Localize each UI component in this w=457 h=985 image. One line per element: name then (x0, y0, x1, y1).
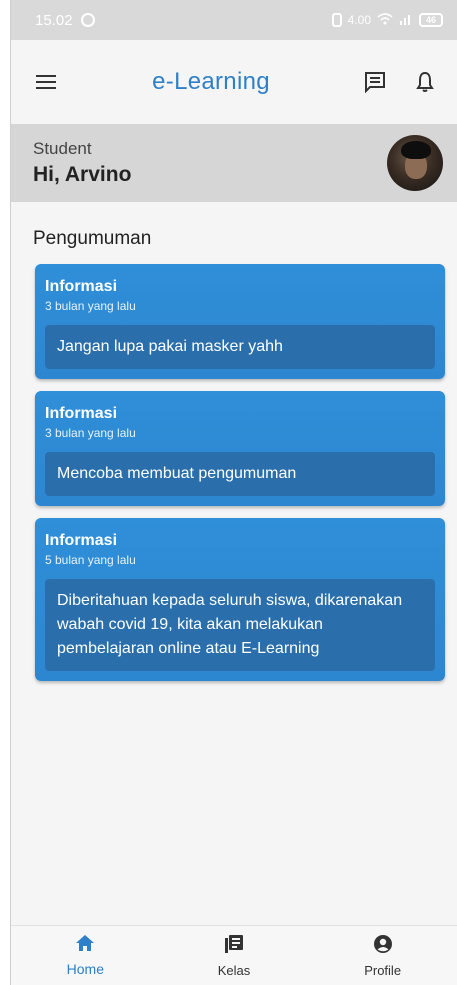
nav-kelas[interactable]: Kelas (174, 934, 294, 978)
net-speed: 4.00 (347, 13, 371, 27)
battery-level: 46 (425, 15, 436, 25)
user-greeting: Hi, Arvino (33, 163, 132, 186)
announcements-section: Pengumuman Informasi 3 bulan yang lalu J… (11, 202, 457, 681)
announcement-time: 5 bulan yang lalu (45, 553, 136, 567)
whatsapp-icon (80, 13, 95, 27)
announcement-card[interactable]: Informasi 3 bulan yang lalu Mencoba memb… (35, 391, 445, 506)
nav-home[interactable]: Home (25, 934, 145, 977)
profile-header: Student Hi, Arvino (11, 124, 457, 202)
announcement-body: Mencoba membuat pengumuman (45, 452, 435, 496)
announcement-body: Jangan lupa pakai masker yahh (45, 325, 435, 369)
nav-label-home: Home (66, 961, 104, 977)
avatar[interactable] (387, 135, 443, 191)
announcement-body: Diberitahuan kepada seluruh siswa, dikar… (45, 579, 435, 671)
announcement-time: 3 bulan yang lalu (45, 299, 136, 313)
menu-icon[interactable] (31, 66, 63, 98)
announcement-title: Informasi (45, 532, 118, 549)
bottom-navigation: Home Kelas Profile (11, 925, 457, 985)
vibrate-icon (331, 13, 342, 27)
nav-label-kelas: Kelas (217, 962, 251, 978)
announcement-card[interactable]: Informasi 5 bulan yang lalu Diberitahuan… (35, 518, 445, 681)
section-title: Pengumuman (33, 228, 152, 249)
announcement-title: Informasi (45, 405, 118, 422)
nav-label-profile: Profile (364, 962, 402, 978)
announcement-time: 3 bulan yang lalu (45, 426, 136, 440)
status-bar: 15.02 4.00 46 (11, 0, 457, 40)
nav-profile[interactable]: Profile (323, 934, 443, 978)
wifi-icon (377, 12, 393, 28)
announcement-title: Informasi (45, 278, 118, 295)
account-circle-icon (373, 934, 393, 959)
bell-icon[interactable] (409, 66, 441, 98)
status-time: 15.02 (35, 11, 73, 29)
announcement-card[interactable]: Informasi 3 bulan yang lalu Jangan lupa … (35, 264, 445, 379)
phone-screen: 15.02 4.00 46 e-Learning Student Hi, Arv… (10, 0, 457, 985)
book-icon (224, 934, 244, 959)
signal-icon (399, 13, 413, 28)
app-title: e-Learning (152, 68, 270, 95)
message-icon[interactable] (359, 66, 391, 98)
app-bar: e-Learning (11, 40, 457, 124)
battery-icon: 46 (419, 13, 443, 27)
home-icon (75, 934, 95, 957)
user-role: Student (33, 139, 92, 158)
